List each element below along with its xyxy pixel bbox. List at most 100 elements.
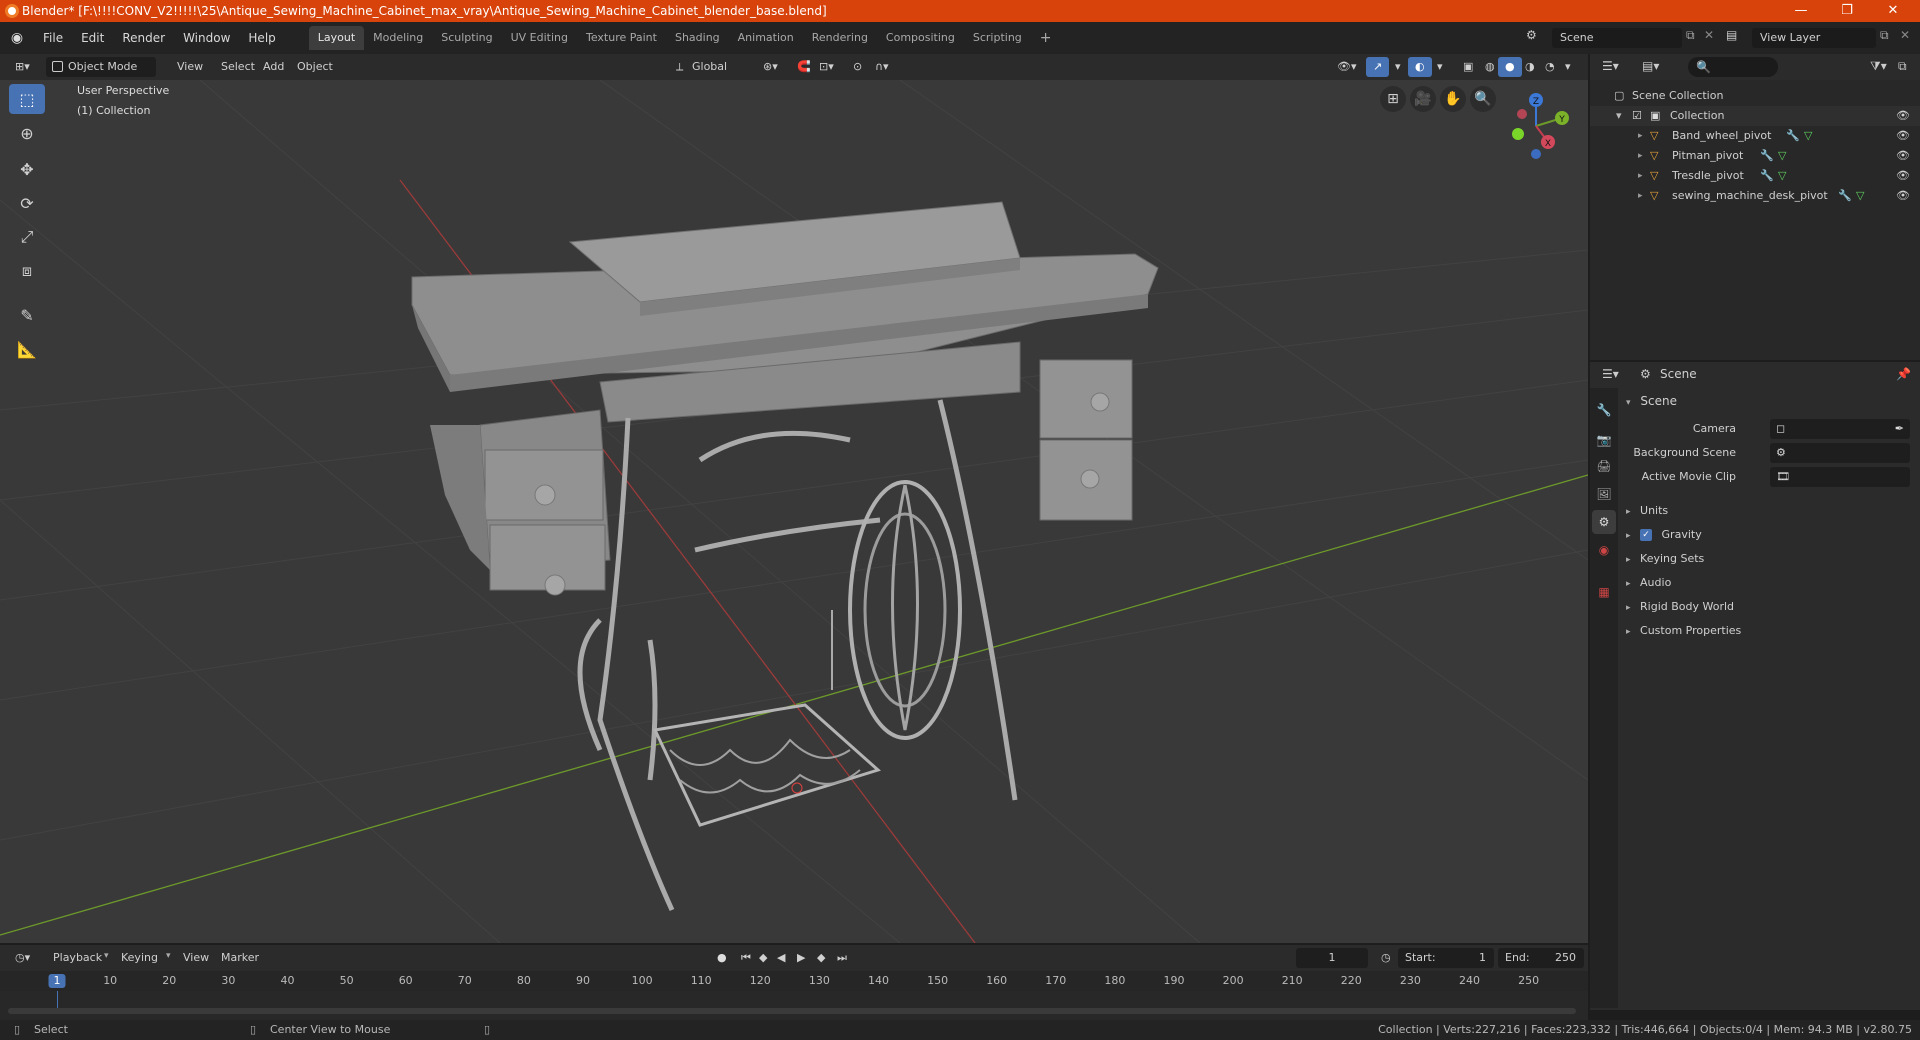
view-layer-icon[interactable]: ▤ bbox=[1726, 28, 1737, 42]
gravity-checkbox[interactable]: ✓ bbox=[1640, 529, 1653, 541]
object-visibility-icon[interactable]: 👁 bbox=[1896, 146, 1910, 166]
object-visibility-icon[interactable]: 👁 bbox=[1896, 126, 1910, 146]
new-scene-icon[interactable]: ⧉ bbox=[1686, 28, 1695, 43]
menu-select[interactable]: Select bbox=[214, 57, 262, 77]
scale-tool-icon[interactable]: ⤢ bbox=[9, 222, 45, 252]
expand-object-icon[interactable]: ▸ bbox=[1638, 166, 1643, 186]
outliner-row-collection[interactable]: ▾ ☑ ▣ Collection 👁 bbox=[1590, 106, 1920, 126]
navigation-gizmo[interactable]: Z Y X bbox=[1496, 88, 1576, 168]
remove-view-layer-icon[interactable]: ✕ bbox=[1900, 28, 1910, 42]
tab-scripting[interactable]: Scripting bbox=[964, 26, 1031, 50]
scene-panel-header[interactable]: ▾ Scene bbox=[1626, 390, 1677, 412]
timeline-scrollbar[interactable] bbox=[8, 1008, 1576, 1014]
perspective-toggle-icon[interactable]: ⊞ bbox=[1380, 86, 1406, 112]
outliner-editor-type-icon[interactable]: ☰▾ bbox=[1602, 59, 1619, 73]
menu-keying[interactable]: Keying bbox=[114, 948, 165, 968]
menu-help[interactable]: Help bbox=[239, 27, 284, 49]
transform-tool-icon[interactable]: ⧈ bbox=[9, 256, 45, 286]
eyedropper-icon[interactable]: ✒ bbox=[1895, 422, 1904, 435]
blender-menu-icon[interactable]: ◉ bbox=[0, 30, 34, 46]
zoom-view-icon[interactable]: 🔍 bbox=[1470, 86, 1496, 112]
units-panel-header[interactable]: ▸ Units bbox=[1626, 500, 1668, 522]
collection-visibility-icon[interactable]: 👁 bbox=[1896, 106, 1910, 126]
3d-viewport[interactable]: User Perspective (1) Collection Z Y X ⊞ … bbox=[0, 80, 1588, 943]
restore-button[interactable]: ❐ bbox=[1824, 0, 1870, 22]
rigid-body-world-panel-header[interactable]: ▸ Rigid Body World bbox=[1626, 596, 1734, 618]
tab-animation[interactable]: Animation bbox=[729, 26, 803, 50]
render-tab-icon[interactable]: 📷 bbox=[1592, 428, 1616, 452]
close-window-button[interactable]: ✕ bbox=[1870, 0, 1916, 22]
falloff-icon[interactable]: ∩▾ bbox=[868, 57, 896, 77]
tab-texture-paint[interactable]: Texture Paint bbox=[577, 26, 666, 50]
start-frame-field[interactable]: Start: 1 bbox=[1398, 948, 1494, 968]
object-visibility-icon[interactable]: 👁 bbox=[1896, 186, 1910, 206]
menu-timeline-view[interactable]: View bbox=[176, 948, 216, 968]
measure-tool-icon[interactable]: 📐 bbox=[9, 334, 45, 364]
menu-view[interactable]: View bbox=[170, 57, 210, 77]
gizmo-dropdown-icon[interactable]: ▾ bbox=[1388, 57, 1408, 77]
filter-icon[interactable]: ⧩▾ bbox=[1870, 59, 1887, 74]
editor-type-icon[interactable]: ⊞▾ bbox=[8, 57, 37, 77]
collection-checkbox-icon[interactable]: ☑ bbox=[1632, 106, 1642, 126]
xray-icon[interactable]: ▣ bbox=[1456, 57, 1480, 77]
expand-object-icon[interactable]: ▸ bbox=[1638, 186, 1643, 206]
record-icon[interactable]: ● bbox=[710, 948, 734, 968]
preview-range-icon[interactable]: ◷ bbox=[1374, 948, 1398, 968]
outliner-row-object[interactable]: ▸ ▽ Pitman_pivot 🔧 ▽ 👁 bbox=[1590, 146, 1920, 166]
menu-add[interactable]: Add bbox=[256, 57, 291, 77]
menu-playback[interactable]: Playback bbox=[46, 948, 109, 968]
background-scene-field[interactable]: ⚙ bbox=[1770, 443, 1910, 463]
menu-render[interactable]: Render bbox=[113, 27, 174, 49]
menu-edit[interactable]: Edit bbox=[72, 27, 113, 49]
remove-scene-icon[interactable]: ✕ bbox=[1704, 28, 1714, 42]
tool-tab-icon[interactable]: 🔧 bbox=[1592, 398, 1616, 422]
tab-shading[interactable]: Shading bbox=[666, 26, 729, 50]
shading-dropdown-icon[interactable]: ▾ bbox=[1558, 57, 1578, 77]
timeline-area[interactable]: 1 10 20 30 40 50 60 70 80 90 100 110 120 130 140 150 160… bbox=[0, 971, 1588, 1020]
minimize-button[interactable]: — bbox=[1778, 0, 1824, 22]
expand-object-icon[interactable]: ▸ bbox=[1638, 126, 1643, 146]
tab-sculpting[interactable]: Sculpting bbox=[432, 26, 501, 50]
pin-icon[interactable]: 📌 bbox=[1896, 367, 1911, 381]
overlay-toggle-icon[interactable]: ◐ bbox=[1408, 57, 1432, 77]
cursor-tool-icon[interactable]: ⊕ bbox=[9, 118, 45, 148]
pivot-point-icon[interactable]: ⊛▾ bbox=[756, 57, 785, 77]
menu-object[interactable]: Object bbox=[290, 57, 340, 77]
menu-window[interactable]: Window bbox=[174, 27, 239, 49]
view-layer-field[interactable]: View Layer bbox=[1752, 28, 1876, 48]
scene-tab-icon[interactable]: ⚙ bbox=[1592, 510, 1616, 534]
scene-name-field[interactable]: Scene bbox=[1552, 28, 1682, 48]
properties-editor-type-icon[interactable]: ☰▾ bbox=[1602, 367, 1619, 381]
move-tool-icon[interactable]: ✥ bbox=[9, 154, 45, 184]
texture-tab-icon[interactable]: ▦ bbox=[1592, 580, 1616, 604]
view-layer-tab-icon[interactable]: 🖼 bbox=[1592, 482, 1616, 506]
outliner-row-object[interactable]: ▸ ▽ Tresdle_pivot 🔧 ▽ 👁 bbox=[1590, 166, 1920, 186]
frame-ruler[interactable]: 1 10 20 30 40 50 60 70 80 90 100 110 120 130 140 150 160… bbox=[0, 971, 1588, 991]
sewing-cabinet-model[interactable] bbox=[411, 201, 1159, 912]
tab-layout[interactable]: Layout bbox=[308, 26, 365, 50]
expand-collection-icon[interactable]: ▾ bbox=[1616, 106, 1622, 126]
snap-target-icon[interactable]: ⊡▾ bbox=[812, 57, 841, 77]
overlay-dropdown-icon[interactable]: ▾ bbox=[1430, 57, 1450, 77]
custom-properties-panel-header[interactable]: ▸ Custom Properties bbox=[1626, 620, 1741, 642]
output-tab-icon[interactable]: 🖨 bbox=[1592, 454, 1616, 478]
proportional-edit-icon[interactable]: ⊙ bbox=[846, 57, 869, 77]
end-frame-field[interactable]: End: 250 bbox=[1498, 948, 1584, 968]
active-movie-clip-field[interactable]: 🎞 bbox=[1770, 467, 1910, 487]
current-frame-field[interactable]: 1 bbox=[1296, 948, 1368, 968]
outliner-row-object[interactable]: ▸ ▽ Band_wheel_pivot 🔧 ▽ 👁 bbox=[1590, 126, 1920, 146]
annotate-tool-icon[interactable]: ✎ bbox=[9, 300, 45, 330]
add-workspace-button[interactable]: + bbox=[1031, 26, 1061, 50]
select-box-tool-icon[interactable]: ⬚ bbox=[9, 84, 45, 114]
display-mode-icon[interactable]: ▤▾ bbox=[1642, 59, 1659, 73]
outliner-row-object[interactable]: ▸ ▽ sewing_machine_desk_pivot 🔧 ▽ 👁 bbox=[1590, 186, 1920, 206]
new-collection-icon[interactable]: ⧉ bbox=[1898, 59, 1907, 74]
outliner-search-input[interactable]: 🔍 bbox=[1688, 57, 1778, 77]
scene-selector-icon[interactable]: ⚙ bbox=[1526, 28, 1537, 42]
jump-end-icon[interactable]: ⏭ bbox=[830, 948, 854, 968]
camera-field[interactable]: ◻ ✒ bbox=[1770, 419, 1910, 439]
rotate-tool-icon[interactable]: ⟳ bbox=[9, 188, 45, 218]
timeline-editor-type-icon[interactable]: ◷▾ bbox=[8, 948, 37, 968]
outliner-row-scene-collection[interactable]: ▢ Scene Collection bbox=[1590, 86, 1920, 106]
visibility-icon[interactable]: 👁▾ bbox=[1330, 57, 1364, 77]
